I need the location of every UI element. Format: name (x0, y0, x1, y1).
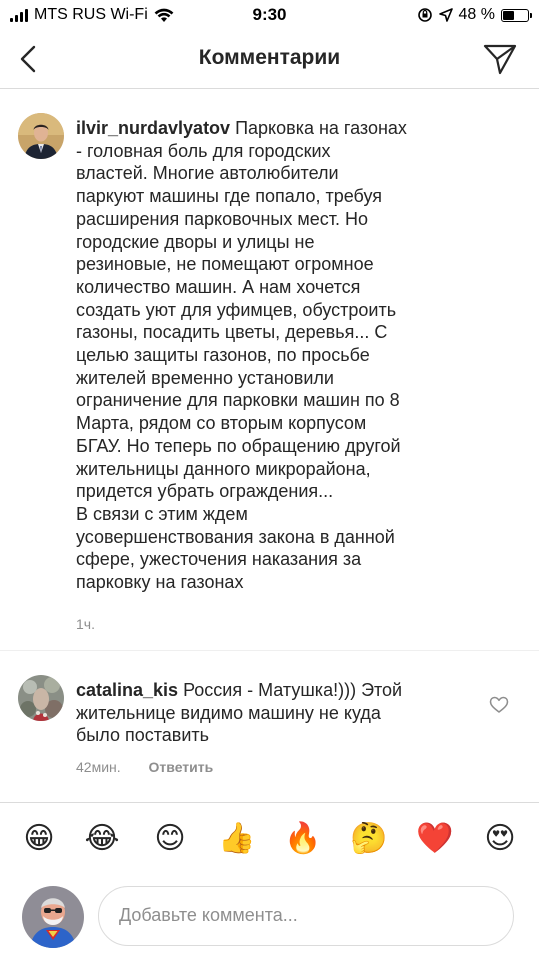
caption-paragraph-1: ilvir_nurdavlyatov Парковка на газонах -… (76, 117, 476, 503)
header: Комментарии (0, 32, 539, 89)
send-paper-plane-icon[interactable] (483, 42, 517, 76)
grinning-emoji[interactable]: 😁 (21, 821, 57, 857)
heart-eyes-emoji[interactable]: 😍 (482, 821, 518, 857)
orientation-lock-icon (417, 8, 432, 22)
caption-meta: 1ч. (76, 616, 119, 632)
red-heart-emoji[interactable]: ❤️ (416, 821, 453, 857)
comment-input-box[interactable] (98, 886, 514, 946)
fire-emoji[interactable]: 🔥 (284, 821, 321, 857)
reply-button[interactable]: Ответить (149, 759, 214, 775)
avatar[interactable] (18, 113, 64, 159)
location-arrow-icon (438, 8, 453, 22)
status-right: 48 % (417, 6, 532, 24)
reply-timestamp: 42мин. (76, 759, 121, 775)
heart-outline-icon[interactable] (489, 695, 509, 715)
reply-meta: 42мин. Ответить (76, 759, 237, 775)
reply-text: catalina_kis Россия - Матушка!))) Этой ж… (76, 679, 466, 747)
comment-input[interactable] (117, 904, 491, 927)
comment-composer (0, 872, 539, 960)
battery-icon (501, 8, 532, 22)
caption-comment: ilvir_nurdavlyatov Парковка на газонах -… (0, 89, 539, 649)
caption-text: ilvir_nurdavlyatov Парковка на газонах -… (76, 117, 476, 594)
thumbs-up-emoji[interactable]: 👍 (218, 821, 255, 857)
caption-text-p1: Парковка на газонах - головная боль для … (76, 118, 407, 502)
page-title: Комментарии (198, 46, 341, 69)
avatar[interactable] (18, 675, 64, 721)
smiling-emoji[interactable]: 😊 (152, 821, 188, 857)
emoji-bar: 😁 😂 😊 👍 🔥 🤔 ❤️ 😍 (0, 802, 539, 873)
status-bar: MTS RUS Wi-Fi 9:30 48 % (0, 0, 539, 32)
reply-paragraph: catalina_kis Россия - Матушка!))) Этой ж… (76, 679, 466, 747)
caption-username[interactable]: ilvir_nurdavlyatov (76, 118, 230, 138)
joy-emoji[interactable]: 😂 (84, 821, 120, 857)
battery-percent: 48 % (458, 6, 495, 23)
reply-username[interactable]: catalina_kis (76, 680, 178, 700)
my-avatar (22, 886, 84, 948)
thinking-emoji[interactable]: 🤔 (350, 821, 387, 857)
reply-comment: catalina_kis Россия - Матушка!))) Этой ж… (0, 650, 539, 801)
caption-timestamp: 1ч. (76, 616, 95, 632)
battery-level (503, 10, 514, 20)
caption-paragraph-2: В связи с этим ждем усовершенствования з… (76, 503, 395, 593)
